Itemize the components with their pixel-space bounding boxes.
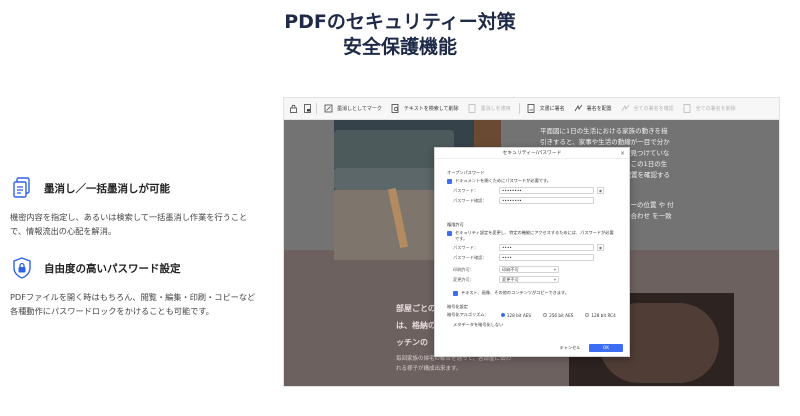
password-confirm-input[interactable]: •••••••• (499, 197, 594, 204)
document-stack-icon (10, 176, 34, 200)
document-lock-icon[interactable] (302, 103, 313, 114)
chevron-down-icon: ▾ (553, 277, 556, 282)
encryption-option-128-aes[interactable]: 128 bit AES (500, 312, 532, 318)
eye-icon[interactable]: ◉ (597, 244, 604, 251)
dialog-title-text: セキュリティー/パスワード (502, 151, 562, 156)
sign-document-icon (526, 103, 537, 114)
permission-password-input[interactable]: •••• (499, 244, 594, 251)
print-permission-select[interactable]: 印刷不可 ▾ (499, 266, 559, 273)
permission-section-title: 権限許可 (447, 222, 464, 227)
feature-title: 墨消し／一括墨消しが可能 (44, 182, 170, 195)
place-signature-button[interactable]: 署名を配置 (573, 103, 612, 114)
permission-password-checkbox[interactable]: セキュリティ設定を変更し、特定の機能にアクセスするためには、パスワードが必要です… (447, 230, 617, 241)
feature-redaction: 墨消し／一括墨消しが可能 機密内容を指定し、あるいは検索して一括墨消し作業を行う… (10, 176, 260, 238)
delete-signature-icon (682, 103, 693, 114)
cancel-button[interactable]: キャンセル (553, 344, 587, 352)
encryption-option-label: 128 bit RC4 (591, 312, 616, 318)
feature-password: 自由度の高いパスワード設定 PDFファイルを開く時はもちろん、閲覧・編集・印刷・… (10, 256, 260, 318)
permission-confirm-row: パスワード確認： •••• (453, 254, 594, 261)
radio-icon (543, 313, 548, 317)
radio-selected-icon (500, 313, 505, 317)
document-body-text-2: ニーの位置 や 付け合わせ を一致 (624, 201, 674, 220)
signature-pen-icon (573, 103, 584, 114)
search-redact-label: テキストを検索して削除 (403, 106, 459, 112)
apply-redaction-button[interactable]: 墨消しを適用 (467, 103, 511, 114)
dialog-title: セキュリティー/パスワード × (435, 148, 629, 159)
copy-permission-checkbox[interactable]: テキスト、画像、その他のコンテンツがコピーできます。 (453, 290, 623, 296)
apply-redaction-icon (467, 103, 478, 114)
change-permission-row: 変更許可： 変更不可 ▾ (453, 276, 559, 283)
print-permission-row: 印刷許可： 印刷不可 ▾ (453, 266, 559, 273)
lock-icon[interactable] (288, 103, 299, 114)
encryption-option-128-rc4[interactable]: 128 bit RC4 (585, 312, 616, 318)
search-redact-button[interactable]: テキストを検索して削除 (390, 103, 459, 114)
delete-all-signatures-button[interactable]: 全ての署名を削除 (682, 103, 736, 114)
mark-redaction-button[interactable]: 墨消しとしてマーク (323, 103, 382, 114)
feature-description: PDFファイルを開く時はもちろん、閲覧・編集・印刷・コピーなど各種動作にパスワー… (10, 292, 256, 316)
password-confirm-label: パスワード確認： (453, 197, 487, 203)
verify-all-signatures-button[interactable]: 全ての署名を確認 (620, 103, 674, 114)
feature-title: 自由度の高いパスワード設定 (44, 262, 181, 275)
eye-icon[interactable]: ◉ (597, 187, 604, 194)
hero-title-line1: PDFのセキュリティー対策 (284, 11, 516, 33)
close-icon[interactable]: × (620, 148, 625, 159)
print-permission-label: 印刷許可： (453, 266, 474, 272)
sign-document-label: 文書に署名 (539, 106, 565, 112)
ok-button[interactable]: OK (589, 344, 623, 352)
open-password-confirm-row: パスワード確認： •••••••• (453, 197, 594, 204)
metadata-checkbox[interactable]: メタデータを暗号化しない (453, 322, 623, 328)
permission-confirm-input[interactable]: •••• (499, 254, 594, 261)
apply-redaction-label: 墨消しを適用 (480, 106, 511, 112)
permission-password-row: パスワード： •••• ◉ (453, 244, 604, 251)
feature-description: 機密内容を指定し、あるいは検索して一括墨消し作業を行うことで、情報流出の心配を解… (10, 212, 248, 236)
permission-password-label: パスワード： (453, 244, 479, 250)
permission-confirm-label: パスワード確認： (453, 254, 487, 260)
place-signature-label: 署名を配置 (586, 106, 612, 112)
toolbar-divider (518, 103, 520, 114)
print-permission-value: 印刷不可 (502, 267, 519, 272)
search-document-icon (390, 103, 401, 114)
encryption-option-label: 256 bit AES (549, 312, 574, 318)
open-password-checkbox-label: ドキュメントを開くためにパスワードが必要です。 (455, 178, 551, 183)
change-permission-label: 変更許可： (453, 276, 474, 282)
delete-all-signatures-label: 全ての署名を削除 (695, 106, 736, 112)
encryption-row: 暗号化アルゴリズム： 128 bit AES 256 bit AES 128 b… (447, 312, 623, 318)
security-password-dialog: セキュリティー/パスワード × オープンパスワード ドキュメントを開くためにパス… (434, 147, 630, 357)
checkbox-checked-icon (447, 230, 452, 236)
encryption-option-256-aes[interactable]: 256 bit AES (543, 313, 573, 318)
document-caption: 毎回家族の帰宅の都合を通って、各部屋に伝われる様子が構成出来ます。 (396, 356, 511, 372)
password-label: パスワード： (453, 187, 479, 193)
encryption-label: 暗号化アルゴリズム： (447, 312, 489, 317)
hero-title: PDFのセキュリティー対策 安全保護機能 (0, 10, 800, 60)
shield-lock-icon (10, 256, 34, 280)
radio-icon (585, 313, 590, 317)
password-input[interactable]: •••••••• (499, 187, 594, 194)
metadata-checkbox-label: メタデータを暗号化しない (453, 322, 504, 327)
verify-signature-icon (620, 103, 631, 114)
chevron-down-icon: ▾ (553, 267, 556, 272)
hero-title-line2: 安全保護機能 (342, 36, 457, 58)
toolbar: 墨消しとしてマーク テキストを検索して削除 墨消しを適用 文書に署名 署名を配置… (284, 98, 779, 120)
sign-document-button[interactable]: 文書に署名 (526, 103, 565, 114)
open-password-section-title: オープンパスワード (447, 170, 485, 175)
permission-checkbox-label: セキュリティ設定を変更し、特定の機能にアクセスするためには、パスワードが必要です… (455, 230, 614, 241)
toolbar-divider (316, 103, 317, 114)
open-password-row: パスワード： •••••••• ◉ (453, 187, 604, 194)
checkbox-checked-icon (453, 290, 458, 296)
open-password-checkbox[interactable]: ドキュメントを開くためにパスワードが必要です。 (447, 178, 617, 184)
verify-all-signatures-label: 全ての署名を確認 (633, 106, 674, 112)
checkbox-checked-icon (447, 178, 452, 184)
encryption-section-title: 暗号化設定 (447, 304, 468, 309)
change-permission-select[interactable]: 変更不可 ▾ (499, 276, 559, 283)
copy-permission-label: テキスト、画像、その他のコンテンツがコピーできます。 (461, 290, 569, 295)
encryption-option-label: 128 bit AES (506, 312, 532, 318)
change-permission-value: 変更不可 (502, 277, 519, 282)
mark-redaction-label: 墨消しとしてマーク (337, 106, 382, 112)
redact-mark-icon (323, 103, 334, 114)
